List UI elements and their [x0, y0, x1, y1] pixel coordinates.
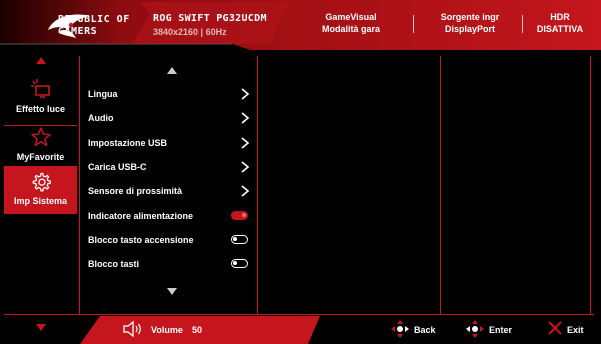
chevron-right-icon	[241, 137, 250, 149]
enter-button[interactable]: Enter	[489, 325, 512, 335]
sidebar-item-label: MyFavorite	[16, 152, 65, 162]
menu-item-impostazione-usb[interactable]: Impostazione USB	[88, 138, 167, 148]
brand-name-line2: GAMERS	[58, 26, 98, 37]
status-input-title: Sorgente ingr	[440, 12, 500, 22]
status-divider	[522, 15, 523, 33]
menu-scroll-down-icon[interactable]	[167, 288, 177, 295]
volume-label: Volume	[151, 325, 183, 335]
sidebar-scroll-up-icon[interactable]	[36, 57, 46, 64]
monitor-model: ROG SWIFT PG32UCDM	[153, 13, 267, 24]
sidebar-item-imp-sistema[interactable]: Imp Sistema	[4, 166, 77, 214]
chevron-right-icon	[241, 185, 250, 197]
panel-divider	[440, 56, 441, 314]
brand-name-line1: REPUBLIC OF	[58, 14, 130, 25]
status-hdr-value: DISATTIVA	[536, 24, 584, 34]
status-divider	[413, 15, 414, 33]
chevron-right-icon	[241, 161, 250, 173]
status-input-value: DisplayPort	[444, 24, 495, 34]
menu-scroll-up-icon[interactable]	[167, 67, 177, 74]
resolution-refresh: 3840x2160 | 60Hz	[153, 27, 227, 37]
status-gamevisual: GameVisual Modalità gara	[296, 11, 406, 35]
menu-item-audio[interactable]: Audio	[88, 113, 114, 123]
panel-divider	[590, 56, 591, 314]
toggle-knob	[233, 237, 237, 241]
status-hdr: HDR DISATTIVA	[525, 11, 595, 35]
sidebar-scroll-down-icon[interactable]	[36, 324, 46, 331]
panel-divider	[79, 56, 80, 314]
gear-icon	[32, 172, 51, 192]
menu-item-blocco-tasti[interactable]: Blocco tasti	[88, 259, 139, 269]
sidebar-item-label: Imp Sistema	[13, 196, 68, 206]
blocco-tasti-toggle[interactable]	[231, 259, 248, 268]
joystick-back-icon	[391, 320, 409, 338]
close-icon	[548, 321, 562, 335]
menu-item-indicatore-alimentazione[interactable]: Indicatore alimentazione	[88, 211, 193, 221]
chevron-right-icon	[241, 112, 250, 124]
menu-item-lingua[interactable]: Lingua	[88, 89, 118, 99]
sidebar-item-myfavorite[interactable]: MyFavorite	[4, 119, 77, 173]
speaker-icon	[123, 320, 141, 338]
menu-item-sensore-prossimita[interactable]: Sensore di prossimità	[88, 186, 182, 196]
indicatore-alimentazione-toggle[interactable]	[231, 211, 248, 220]
sidebar-item-label: Effetto luce	[15, 104, 65, 114]
status-gamevisual-value: Modalità gara	[321, 24, 380, 34]
light-effect-icon	[31, 79, 50, 98]
exit-button[interactable]: Exit	[567, 325, 584, 335]
joystick-enter-icon	[466, 320, 484, 338]
toggle-knob	[233, 261, 237, 265]
back-button[interactable]: Back	[414, 325, 436, 335]
volume-value: 50	[192, 325, 203, 335]
toggle-knob	[242, 213, 246, 217]
chevron-right-icon	[241, 88, 250, 100]
panel-divider	[257, 56, 258, 314]
blocco-tasto-accensione-toggle[interactable]	[231, 235, 248, 244]
sidebar-item-effetto-luce[interactable]: Effetto luce	[4, 71, 77, 125]
status-hdr-title: HDR	[550, 12, 570, 22]
menu-item-blocco-tasto-accensione[interactable]: Blocco tasto accensione	[88, 235, 194, 245]
star-icon	[31, 127, 51, 147]
status-input-source: Sorgente ingr DisplayPort	[420, 11, 520, 35]
status-gamevisual-title: GameVisual	[325, 12, 377, 22]
osd-header: REPUBLIC OF GAMERS ROG SWIFT PG32UCDM 38…	[0, 0, 601, 52]
menu-item-carica-usb-c[interactable]: Carica USB-C	[88, 162, 147, 172]
